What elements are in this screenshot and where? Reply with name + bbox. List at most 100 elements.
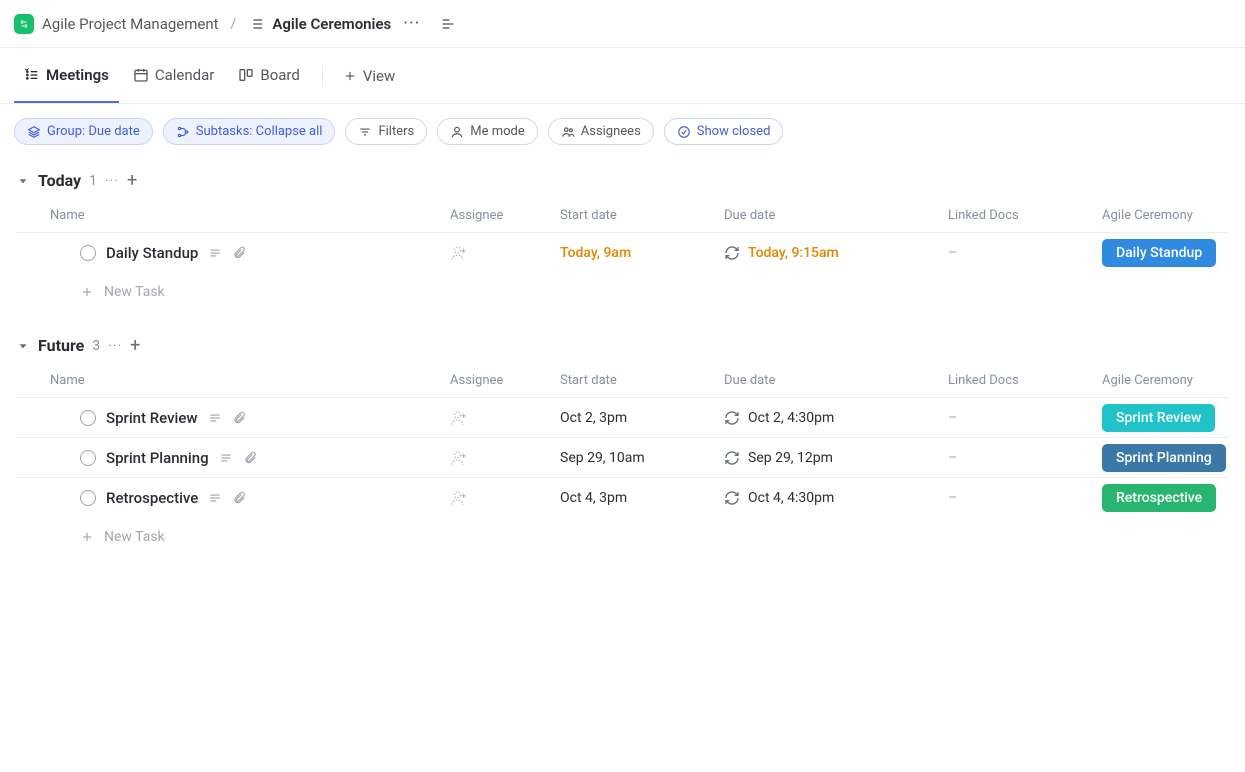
linked-docs[interactable]: – — [948, 490, 1102, 506]
chevron-down-icon[interactable] — [16, 339, 30, 353]
status-circle[interactable] — [80, 450, 96, 466]
chip-label: Assignees — [581, 124, 641, 139]
group-title[interactable]: Today — [38, 171, 81, 190]
tab-board[interactable]: Board — [228, 49, 309, 103]
add-view-button[interactable]: View — [335, 67, 403, 85]
col-due[interactable]: Due date — [724, 208, 948, 223]
group-count: 3 — [92, 338, 100, 354]
col-due[interactable]: Due date — [724, 373, 948, 388]
new-task-label: New Task — [104, 284, 165, 300]
col-docs[interactable]: Linked Docs — [948, 373, 1102, 388]
column-headers: Name Assignee Start date Due date Linked… — [16, 363, 1229, 397]
breadcrumb-bar: Agile Project Management / Agile Ceremon… — [0, 0, 1245, 48]
status-circle[interactable] — [80, 410, 96, 426]
col-assignee[interactable]: Assignee — [450, 373, 560, 388]
group-today: Today 1 ··· + Name Assignee Start date D… — [0, 163, 1245, 312]
due-date[interactable]: Sep 29, 12pm — [748, 450, 833, 466]
ceremony-badge[interactable]: Daily Standup — [1102, 239, 1216, 267]
ceremony-badge[interactable]: Sprint Planning — [1102, 444, 1226, 472]
attachment-icon[interactable] — [243, 451, 257, 465]
new-task-button[interactable]: New Task — [16, 272, 1229, 312]
add-assignee-icon[interactable] — [450, 244, 560, 262]
chip-group[interactable]: Group: Due date — [14, 118, 153, 145]
due-date[interactable]: Today, 9:15am — [748, 245, 839, 261]
chip-label: Group: Due date — [47, 124, 140, 139]
add-assignee-icon[interactable] — [450, 409, 560, 427]
list-view-icon — [24, 67, 40, 83]
tab-meetings[interactable]: Meetings — [14, 49, 119, 103]
chip-subtasks[interactable]: Subtasks: Collapse all — [163, 118, 336, 145]
linked-docs[interactable]: – — [948, 450, 1102, 466]
col-start[interactable]: Start date — [560, 373, 724, 388]
add-assignee-icon[interactable] — [450, 489, 560, 507]
description-icon[interactable] — [208, 491, 222, 505]
calendar-icon — [133, 67, 149, 83]
col-start[interactable]: Start date — [560, 208, 724, 223]
col-name[interactable]: Name — [50, 373, 450, 388]
description-icon[interactable] — [219, 451, 233, 465]
chip-assignees[interactable]: Assignees — [548, 118, 654, 145]
attachment-icon[interactable] — [232, 491, 246, 505]
collapse-panel-icon[interactable] — [440, 16, 456, 32]
attachment-icon[interactable] — [232, 411, 246, 425]
chip-label: Filters — [378, 124, 414, 139]
description-icon[interactable] — [208, 411, 222, 425]
tab-calendar[interactable]: Calendar — [123, 49, 225, 103]
linked-docs[interactable]: – — [948, 245, 1102, 261]
task-row[interactable]: Daily Standup Today, 9am Today, 9:15am –… — [16, 232, 1229, 272]
task-title[interactable]: Sprint Review — [106, 409, 198, 427]
col-docs[interactable]: Linked Docs — [948, 208, 1102, 223]
group-title[interactable]: Future — [38, 336, 84, 355]
group-more-menu[interactable]: ··· — [105, 173, 119, 189]
add-assignee-icon[interactable] — [450, 449, 560, 467]
linked-docs[interactable]: – — [948, 410, 1102, 426]
task-title[interactable]: Retrospective — [106, 489, 198, 507]
start-date[interactable]: Oct 2, 3pm — [560, 410, 724, 426]
chevron-down-icon[interactable] — [16, 174, 30, 188]
ceremony-badge[interactable]: Retrospective — [1102, 484, 1216, 512]
list-icon — [248, 16, 264, 32]
start-date[interactable]: Sep 29, 10am — [560, 450, 724, 466]
chip-label: Subtasks: Collapse all — [196, 124, 323, 139]
task-row[interactable]: Retrospective Oct 4, 3pm Oct 4, 4:30pm –… — [16, 477, 1229, 517]
attachment-icon[interactable] — [232, 246, 246, 260]
chip-label: Me mode — [470, 124, 525, 139]
page-more-menu[interactable]: ··· — [399, 13, 424, 34]
task-title[interactable]: Daily Standup — [106, 244, 198, 262]
chip-filters[interactable]: Filters — [345, 118, 427, 145]
task-row[interactable]: Sprint Planning Sep 29, 10am Sep 29, 12p… — [16, 437, 1229, 477]
group-count: 1 — [89, 173, 97, 189]
due-date[interactable]: Oct 4, 4:30pm — [748, 490, 834, 506]
group-add-button[interactable]: + — [127, 172, 137, 190]
tab-label: Board — [260, 66, 299, 84]
group-header: Today 1 ··· + — [16, 163, 1229, 198]
breadcrumb-page[interactable]: Agile Ceremonies — [272, 15, 391, 33]
ceremony-badge[interactable]: Sprint Review — [1102, 404, 1215, 432]
description-icon[interactable] — [208, 246, 222, 260]
project-icon — [14, 14, 34, 34]
filter-bar: Group: Due date Subtasks: Collapse all F… — [0, 104, 1245, 159]
tab-label: Meetings — [46, 66, 109, 84]
col-ceremony[interactable]: Agile Ceremony — [1102, 373, 1232, 388]
tab-label: Calendar — [155, 66, 215, 84]
group-add-button[interactable]: + — [130, 337, 140, 355]
col-ceremony[interactable]: Agile Ceremony — [1102, 208, 1232, 223]
chip-me-mode[interactable]: Me mode — [437, 118, 538, 145]
column-headers: Name Assignee Start date Due date Linked… — [16, 198, 1229, 232]
due-date[interactable]: Oct 2, 4:30pm — [748, 410, 834, 426]
task-row[interactable]: Sprint Review Oct 2, 3pm Oct 2, 4:30pm –… — [16, 397, 1229, 437]
group-more-menu[interactable]: ··· — [108, 338, 122, 354]
col-assignee[interactable]: Assignee — [450, 208, 560, 223]
recurring-icon — [724, 410, 740, 426]
breadcrumb-project[interactable]: Agile Project Management — [42, 15, 219, 33]
group-future: Future 3 ··· + Name Assignee Start date … — [0, 328, 1245, 557]
task-title[interactable]: Sprint Planning — [106, 449, 209, 467]
board-icon — [238, 67, 254, 83]
chip-show-closed[interactable]: Show closed — [664, 118, 784, 145]
start-date[interactable]: Today, 9am — [560, 245, 724, 261]
col-name[interactable]: Name — [50, 208, 450, 223]
status-circle[interactable] — [80, 245, 96, 261]
start-date[interactable]: Oct 4, 3pm — [560, 490, 724, 506]
status-circle[interactable] — [80, 490, 96, 506]
new-task-button[interactable]: New Task — [16, 517, 1229, 557]
